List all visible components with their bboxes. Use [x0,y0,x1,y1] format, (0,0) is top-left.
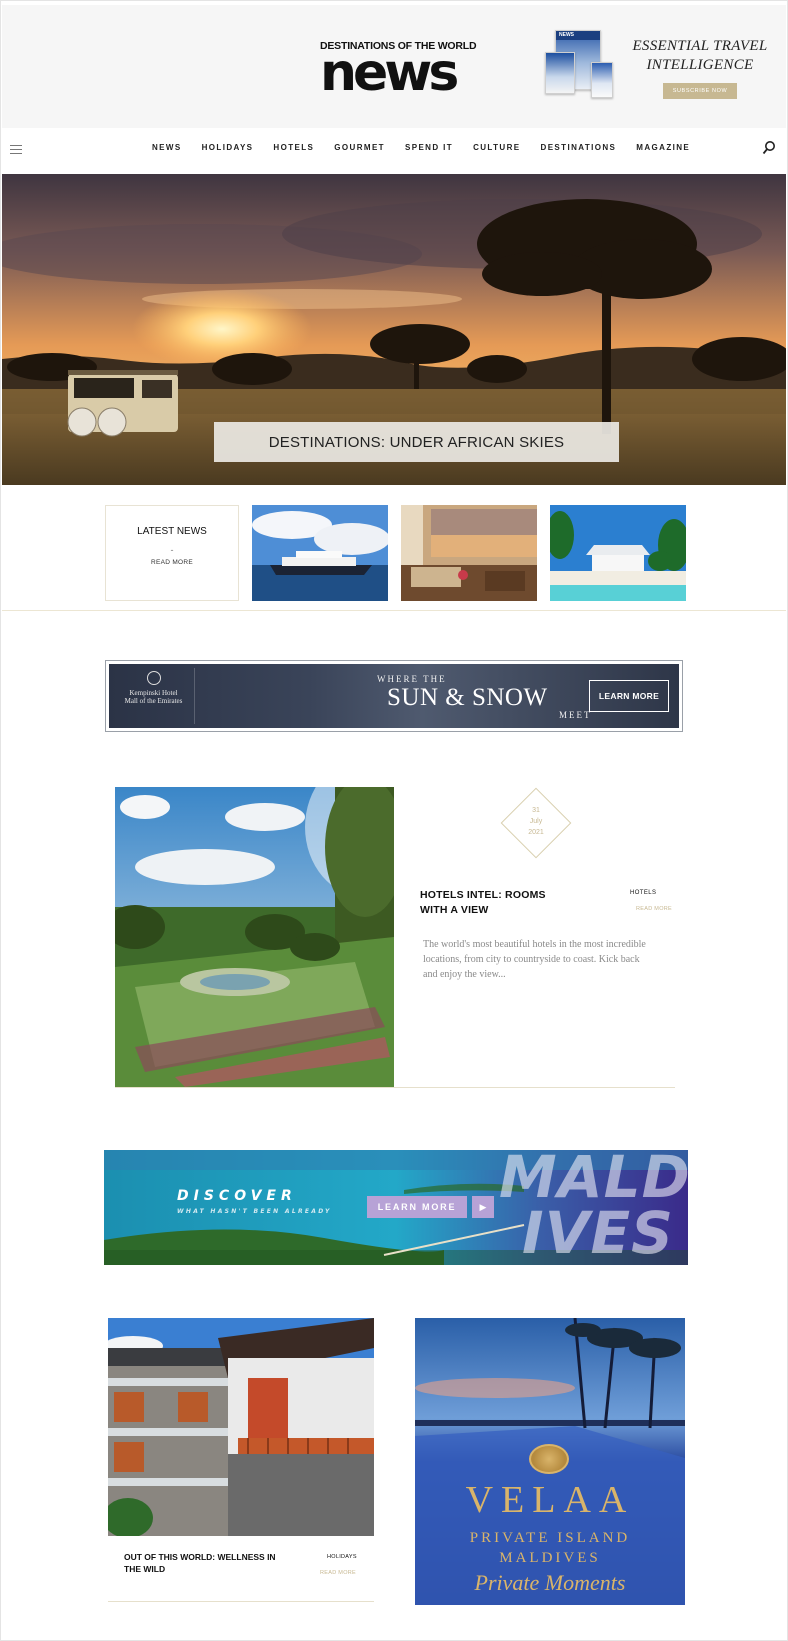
banner2-subtext: WHAT HASN'T BEEN ALREADY [177,1208,332,1215]
wellness-article-title[interactable]: OUT OF THIS WORLD: WELLNESS IN THE WILD [124,1551,284,1575]
nav-item-holidays[interactable]: HOLIDAYS [202,143,254,152]
nav-item-news[interactable]: NEWS [152,143,182,152]
velaa-name: VELAA [465,1479,635,1521]
kempinski-hotel-line2: Mall of the Emirates [124,697,183,705]
promo-line-2: INTELLIGENCE [646,57,754,73]
date-year: 2021 [528,829,544,836]
magazine-cover [545,52,575,94]
kempinski-logo: Kempinski Hotel Mall of the Emirates [113,668,195,724]
banner1-learn-more-button[interactable]: LEARN MORE [589,680,669,712]
site-header: DESTINATIONS OF THE WORLD news NEWS ESSE… [2,5,786,128]
velaa-line-2: MALDIVES [499,1550,601,1566]
feature-read-more[interactable]: READ MORE [636,906,672,912]
latest-news-dash: - [170,545,174,555]
velaa-tagline: Private Moments [474,1570,626,1595]
maldives-ad-banner[interactable]: DISCOVER WHAT HASN'T BEEN ALREADY LEARN … [104,1150,688,1265]
magazine-covers[interactable]: NEWS [545,30,621,106]
nav-item-hotels[interactable]: HOTELS [273,143,314,152]
thumb-hotel-suite[interactable] [401,505,537,601]
latest-news-card[interactable]: LATEST NEWS - READ MORE [105,505,239,601]
wellness-article-divider [108,1601,374,1602]
nav-item-magazine[interactable]: MAGAZINE [636,143,690,152]
magazine-cover [591,62,613,98]
nav-item-culture[interactable]: CULTURE [473,143,520,152]
feature-divider [115,1087,675,1088]
banner1-top-text: WHERE THE [377,674,447,684]
feature-garden-image[interactable] [115,787,394,1087]
subscribe-button[interactable]: SUBSCRIBE NOW [662,83,738,99]
logo-wordmark: news [320,43,459,103]
wellness-article-category[interactable]: HOLIDAYS [327,1554,357,1560]
wellness-article-image[interactable] [108,1318,374,1536]
velaa-ad[interactable]: VELAA PRIVATE ISLAND MALDIVES Private Mo… [415,1318,685,1605]
nav-item-spend-it[interactable]: SPEND IT [405,143,453,152]
hero-caption[interactable]: DESTINATIONS: UNDER AFRICAN SKIES [214,422,619,462]
play-arrow-icon[interactable]: ▶ [472,1196,494,1218]
latest-news-read-more[interactable]: READ MORE [106,559,238,566]
subscribe-promo: ESSENTIAL TRAVEL INTELLIGENCE SUBSCRIBE … [620,37,780,99]
main-nav: NEWS HOLIDAYS HOTELS GOURMET SPEND IT CU… [2,128,786,172]
nav-item-gourmet[interactable]: GOURMET [334,143,385,152]
banner2-discover: DISCOVER [177,1188,297,1204]
latest-news-title: LATEST NEWS [137,526,207,537]
kempinski-hotel-line1: Kempinski Hotel [129,689,178,697]
banner1-headline: SUN & SNOW [387,684,548,711]
date-day: 31 [532,807,540,814]
latest-news-row: LATEST NEWS - READ MORE [0,505,788,601]
hero-banner[interactable]: DESTINATIONS: UNDER AFRICAN SKIES [2,174,786,485]
hamburger-icon[interactable] [10,145,22,155]
promo-line-1: ESSENTIAL TRAVEL [632,38,768,54]
feature-category[interactable]: HOTELS [630,890,656,896]
thumb-cruise-ship[interactable] [252,505,388,601]
banner2-learn-more-button[interactable]: LEARN MORE [367,1196,467,1218]
nav-list: NEWS HOLIDAYS HOTELS GOURMET SPEND IT CU… [152,143,710,152]
velaa-emblem-icon [529,1444,569,1474]
wellness-article-read-more[interactable]: READ MORE [320,1570,356,1576]
section-divider [2,610,786,611]
site-logo[interactable]: DESTINATIONS OF THE WORLD news [320,40,480,100]
feature-title[interactable]: HOTELS INTEL: ROOMS WITH A VIEW [420,888,570,918]
banner1-bottom-text: MEET [559,710,592,720]
thumb-beach-villa[interactable] [550,505,686,601]
nav-item-destinations[interactable]: DESTINATIONS [541,143,617,152]
feature-excerpt: The world's most beautiful hotels in the… [423,939,646,980]
kempinski-emblem-icon [146,671,161,685]
date-month: July [529,818,543,825]
search-icon[interactable] [762,140,776,156]
banner2-word-bottom: IVES [522,1199,674,1265]
feature-date-badge: 31 July 2021 [500,787,572,859]
velaa-line-1: PRIVATE ISLAND [469,1530,631,1546]
kempinski-ad-banner[interactable]: Kempinski Hotel Mall of the Emirates WHE… [105,660,683,732]
banner2-word-top: MALD [499,1150,688,1211]
